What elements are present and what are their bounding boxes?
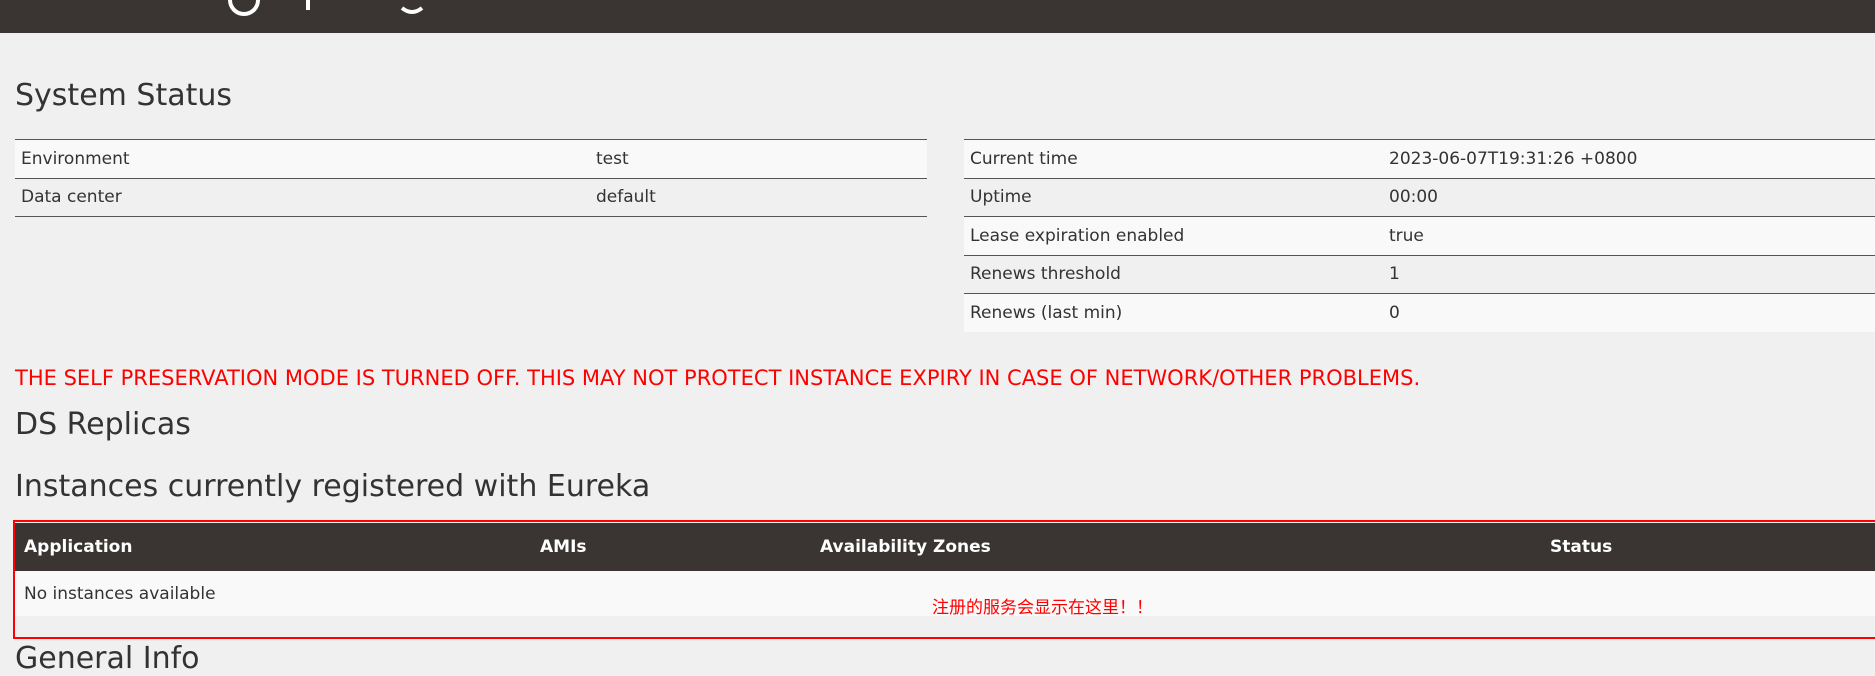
ds-replicas-heading: DS Replicas xyxy=(15,407,191,442)
uptime-label: Uptime xyxy=(964,177,1383,217)
general-info-heading: General Info xyxy=(15,641,200,676)
table-row: Renews threshold 1 xyxy=(964,254,1875,294)
environment-value: test xyxy=(590,139,927,178)
renews-threshold-label: Renews threshold xyxy=(964,254,1383,294)
table-row: Environment test xyxy=(15,139,927,178)
table-row: Uptime 00:00 xyxy=(964,177,1875,217)
environment-label: Environment xyxy=(15,139,590,178)
current-time-label: Current time xyxy=(964,139,1383,178)
uptime-value: 00:00 xyxy=(1383,177,1875,217)
data-center-label: Data center xyxy=(15,177,590,217)
top-navbar xyxy=(0,0,1875,33)
lease-expiration-value: true xyxy=(1383,216,1875,255)
table-row: Current time 2023-06-07T19:31:26 +0800 xyxy=(964,139,1875,178)
logo-fragment-icon xyxy=(228,0,424,16)
renews-threshold-value: 1 xyxy=(1383,254,1875,294)
current-time-value: 2023-06-07T19:31:26 +0800 xyxy=(1383,139,1875,178)
status-table: Current time 2023-06-07T19:31:26 +0800 U… xyxy=(964,139,1875,332)
instances-heading: Instances currently registered with Eure… xyxy=(15,469,651,504)
page-title: System Status xyxy=(15,78,233,113)
renews-last-min-label: Renews (last min) xyxy=(964,293,1383,332)
annotation-note: 注册的服务会显示在这里！！ xyxy=(932,598,1153,618)
environment-table: Environment test Data center default xyxy=(15,139,927,217)
renews-last-min-value: 0 xyxy=(1383,293,1875,332)
table-row: Data center default xyxy=(15,177,927,217)
self-preservation-warning: THE SELF PRESERVATION MODE IS TURNED OFF… xyxy=(15,366,1421,390)
table-row: Lease expiration enabled true xyxy=(964,216,1875,255)
highlight-box xyxy=(13,520,1875,639)
lease-expiration-label: Lease expiration enabled xyxy=(964,216,1383,255)
table-row: Renews (last min) 0 xyxy=(964,293,1875,332)
data-center-value: default xyxy=(590,177,927,217)
